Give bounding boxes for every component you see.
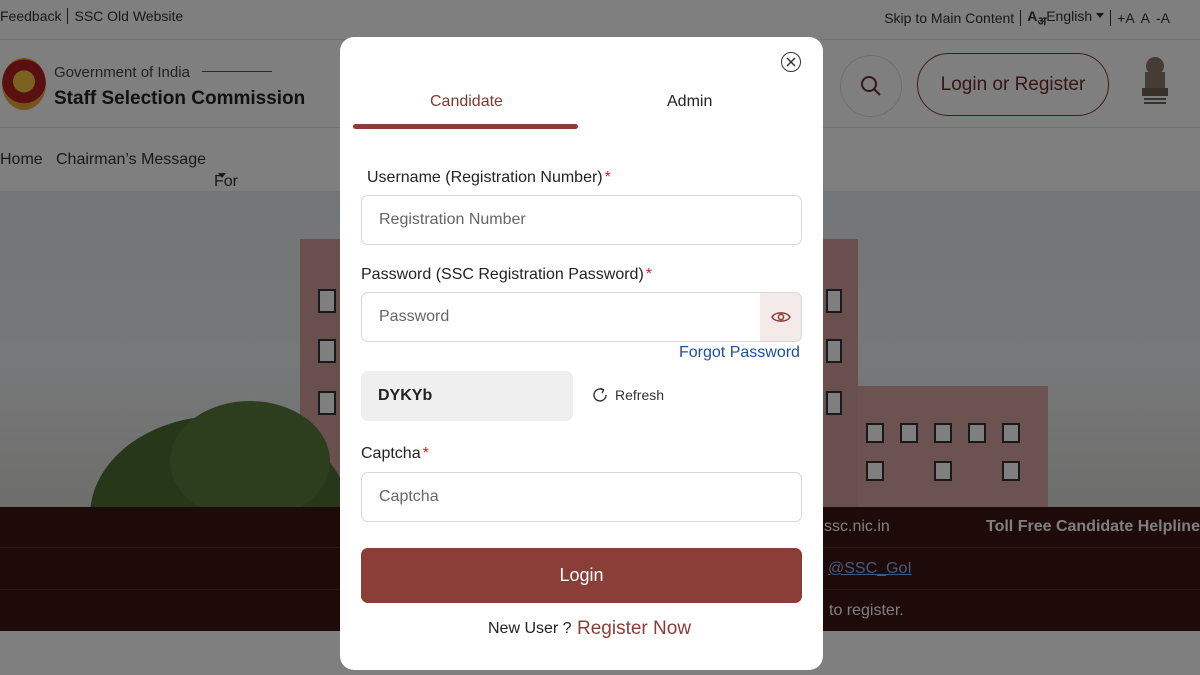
password-label: Password (SSC Registration Password) * [361, 266, 652, 283]
close-button[interactable] [781, 52, 801, 72]
new-user-label: New User ? [488, 620, 572, 637]
eye-icon [770, 312, 791, 322]
login-button[interactable]: Login [361, 548, 802, 603]
captcha-label: Captcha * [361, 445, 429, 462]
active-tab-indicator [353, 124, 578, 129]
tab-admin[interactable]: Admin [667, 93, 712, 111]
username-label: Username (Registration Number) * [367, 169, 611, 186]
refresh-captcha-button[interactable]: Refresh [591, 386, 664, 404]
toggle-password-button[interactable] [760, 292, 802, 342]
password-input[interactable] [361, 292, 761, 342]
username-input[interactable] [361, 195, 802, 245]
captcha-image: DYKYb [361, 371, 573, 421]
captcha-input[interactable] [361, 472, 802, 522]
refresh-label: Refresh [615, 387, 665, 403]
tab-candidate[interactable]: Candidate [430, 93, 503, 111]
register-now-link[interactable]: Register Now [577, 618, 691, 640]
login-modal: Candidate Admin Username (Registration N… [340, 37, 823, 670]
close-icon [786, 57, 796, 67]
forgot-password-link[interactable]: Forgot Password [679, 344, 800, 362]
refresh-icon [593, 387, 607, 402]
